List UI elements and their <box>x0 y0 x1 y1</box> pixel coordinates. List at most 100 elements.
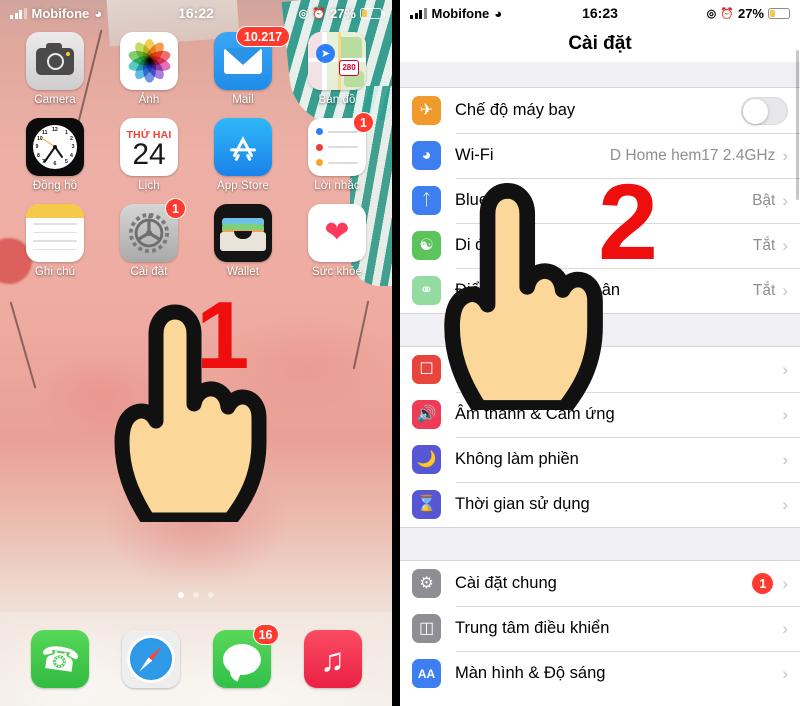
dock-icon-messages[interactable]: 16 <box>212 624 279 688</box>
app-label: Ghi chú <box>34 266 76 278</box>
dock-icon-phone[interactable]: ☎ <box>30 630 89 688</box>
row-label: Thông báo <box>455 360 534 378</box>
display-aa-icon: AA <box>412 659 441 688</box>
notes-icon <box>26 204 84 262</box>
photos-icon <box>120 32 178 90</box>
row-value: Tắt <box>752 281 776 299</box>
settings-row-general[interactable]: ⚙ Cài đặt chung 1 › <box>400 561 800 606</box>
page-dot-1 <box>178 592 184 598</box>
app-icon-appstore[interactable]: App Store <box>196 118 290 192</box>
app-icon-mail[interactable]: 10.217 Mail <box>196 26 290 106</box>
settings-row-do-not-disturb[interactable]: 🌙 Không làm phiền › <box>400 437 800 482</box>
badge-count: 16 <box>252 624 279 645</box>
battery-percent: 27% <box>737 5 764 21</box>
row-label: Điểm truy cập cá nhân <box>455 281 621 299</box>
app-icon-maps[interactable]: ➤ 280 Bản đồ <box>290 32 384 106</box>
settings-group-general: ⚙ Cài đặt chung 1 › ◫ Trung tâm điều khi… <box>400 561 800 696</box>
chevron-right-icon: › <box>782 618 788 638</box>
row-value: Bật <box>752 191 776 209</box>
moon-icon: 🌙 <box>412 445 441 474</box>
app-icon-photos[interactable]: Ảnh <box>102 32 196 106</box>
app-icon-wallet[interactable]: Wallet <box>196 204 290 278</box>
dock: ☎ 16 ♫ <box>0 612 392 706</box>
row-label: Không làm phiền <box>455 450 579 468</box>
wallet-icon <box>214 204 272 262</box>
app-icon-clock[interactable]: 12 3 6 9 1 2 4 5 7 8 10 11 Đồng hồ <box>8 118 102 192</box>
app-icon-camera[interactable]: Camera <box>8 32 102 106</box>
alarm-icon: ⏰ <box>720 7 734 20</box>
rotation-lock-icon: ◎ <box>298 7 309 20</box>
chevron-right-icon: › <box>782 449 788 469</box>
app-label: Sức khỏe <box>311 266 363 278</box>
hotspot-icon: ⚭ <box>412 276 441 305</box>
app-icon-calendar[interactable]: THỨ HAI 24 Lịch <box>102 118 196 192</box>
maps-icon: ➤ 280 <box>308 32 366 90</box>
music-note-icon: ♫ <box>303 630 362 688</box>
section-gap <box>400 527 800 561</box>
notifications-icon: ☐ <box>412 355 441 384</box>
scroll-indicator[interactable] <box>796 50 799 200</box>
health-heart-icon: ❤ <box>308 204 366 262</box>
battery-icon <box>360 7 385 19</box>
settings-group-notifications: ☐ Thông báo › 🔊 Âm thanh & Cảm ứng › 🌙 K… <box>400 347 800 527</box>
chevron-right-icon: › <box>782 359 788 379</box>
row-label: Màn hình & Độ sáng <box>455 664 606 682</box>
app-label: Cài đặt <box>130 266 168 278</box>
chevron-right-icon: › <box>782 404 788 424</box>
tutorial-screenshot: Mobifone ◕ 16:22 ◎ ⏰ 27% Camera Ảnh 10.2… <box>0 0 800 706</box>
hourglass-icon: ⌛ <box>412 490 441 519</box>
step-annotation-1: 1 <box>196 282 250 389</box>
row-label: Trung tâm điều khiển <box>455 619 610 637</box>
settings-row-airplane-mode[interactable]: ✈ Chế độ máy bay <box>400 88 800 133</box>
wifi-icon: ◕ <box>412 141 441 170</box>
app-icon-health[interactable]: ❤ Sức khỏe <box>290 204 384 278</box>
status-bar-right: ◎ ⏰ 27% <box>298 5 385 21</box>
badge-count: 1 <box>353 112 374 133</box>
row-label: Chế độ máy bay <box>455 101 576 119</box>
page-dot-3 <box>208 592 214 598</box>
settings-status-bar: Mobifone ◕ 16:23 ◎ ⏰ 27% <box>400 0 800 26</box>
safari-compass-icon <box>121 630 180 688</box>
row-value: Tắt <box>752 236 776 254</box>
maps-highway-shield: 280 <box>339 60 359 76</box>
appstore-icon <box>214 118 272 176</box>
row-label: Cài đặt chung <box>455 574 557 592</box>
chevron-right-icon: › <box>782 663 788 683</box>
app-label: Bản đồ <box>318 94 356 106</box>
panel-divider <box>392 0 400 706</box>
settings-row-sounds-haptics[interactable]: 🔊 Âm thanh & Cảm ứng › <box>400 392 800 437</box>
battery-percent: 27% <box>329 5 356 21</box>
clock-icon: 12 3 6 9 1 2 4 5 7 8 10 11 <box>26 118 84 176</box>
app-label: Lịch <box>138 180 160 192</box>
dock-icon-safari[interactable] <box>121 630 180 688</box>
app-icon-notes[interactable]: Ghi chú <box>8 204 102 278</box>
settings-row-screen-time[interactable]: ⌛ Thời gian sử dụng › <box>400 482 800 527</box>
page-dots[interactable] <box>0 592 392 598</box>
settings-row-control-center[interactable]: ◫ Trung tâm điều khiển › <box>400 606 800 651</box>
page-title: Cài đặt <box>568 33 632 54</box>
badge-count: 1 <box>165 198 186 219</box>
row-label: Âm thanh & Cảm ứng <box>455 405 615 423</box>
app-label: Đồng hồ <box>32 180 78 192</box>
section-gap <box>400 313 800 347</box>
step-annotation-2: 2 <box>598 161 659 282</box>
app-icon-settings[interactable]: 1 Cài đặt <box>102 198 196 278</box>
app-label: Mail <box>232 94 254 106</box>
calendar-day: 24 <box>132 138 166 171</box>
control-center-icon: ◫ <box>412 614 441 643</box>
chevron-right-icon: › <box>782 235 788 255</box>
settings-row-notifications[interactable]: ☐ Thông báo › <box>400 347 800 392</box>
home-status-bar: Mobifone ◕ 16:22 ◎ ⏰ 27% <box>0 0 392 26</box>
airplane-mode-toggle[interactable] <box>741 96 788 125</box>
badge-count: 1 <box>752 573 774 594</box>
settings-row-display-brightness[interactable]: AA Màn hình & Độ sáng › <box>400 651 800 696</box>
chevron-right-icon: › <box>782 145 788 165</box>
app-label: Camera <box>34 94 76 106</box>
chevron-right-icon: › <box>782 573 788 593</box>
row-label: Thời gian sử dụng <box>455 495 590 513</box>
camera-icon <box>26 32 84 90</box>
badge-count: 10.217 <box>236 26 290 47</box>
app-icon-reminders[interactable]: 1 Lời nhắc <box>290 112 384 192</box>
dock-icon-music[interactable]: ♫ <box>303 630 362 688</box>
sound-icon: 🔊 <box>412 400 441 429</box>
